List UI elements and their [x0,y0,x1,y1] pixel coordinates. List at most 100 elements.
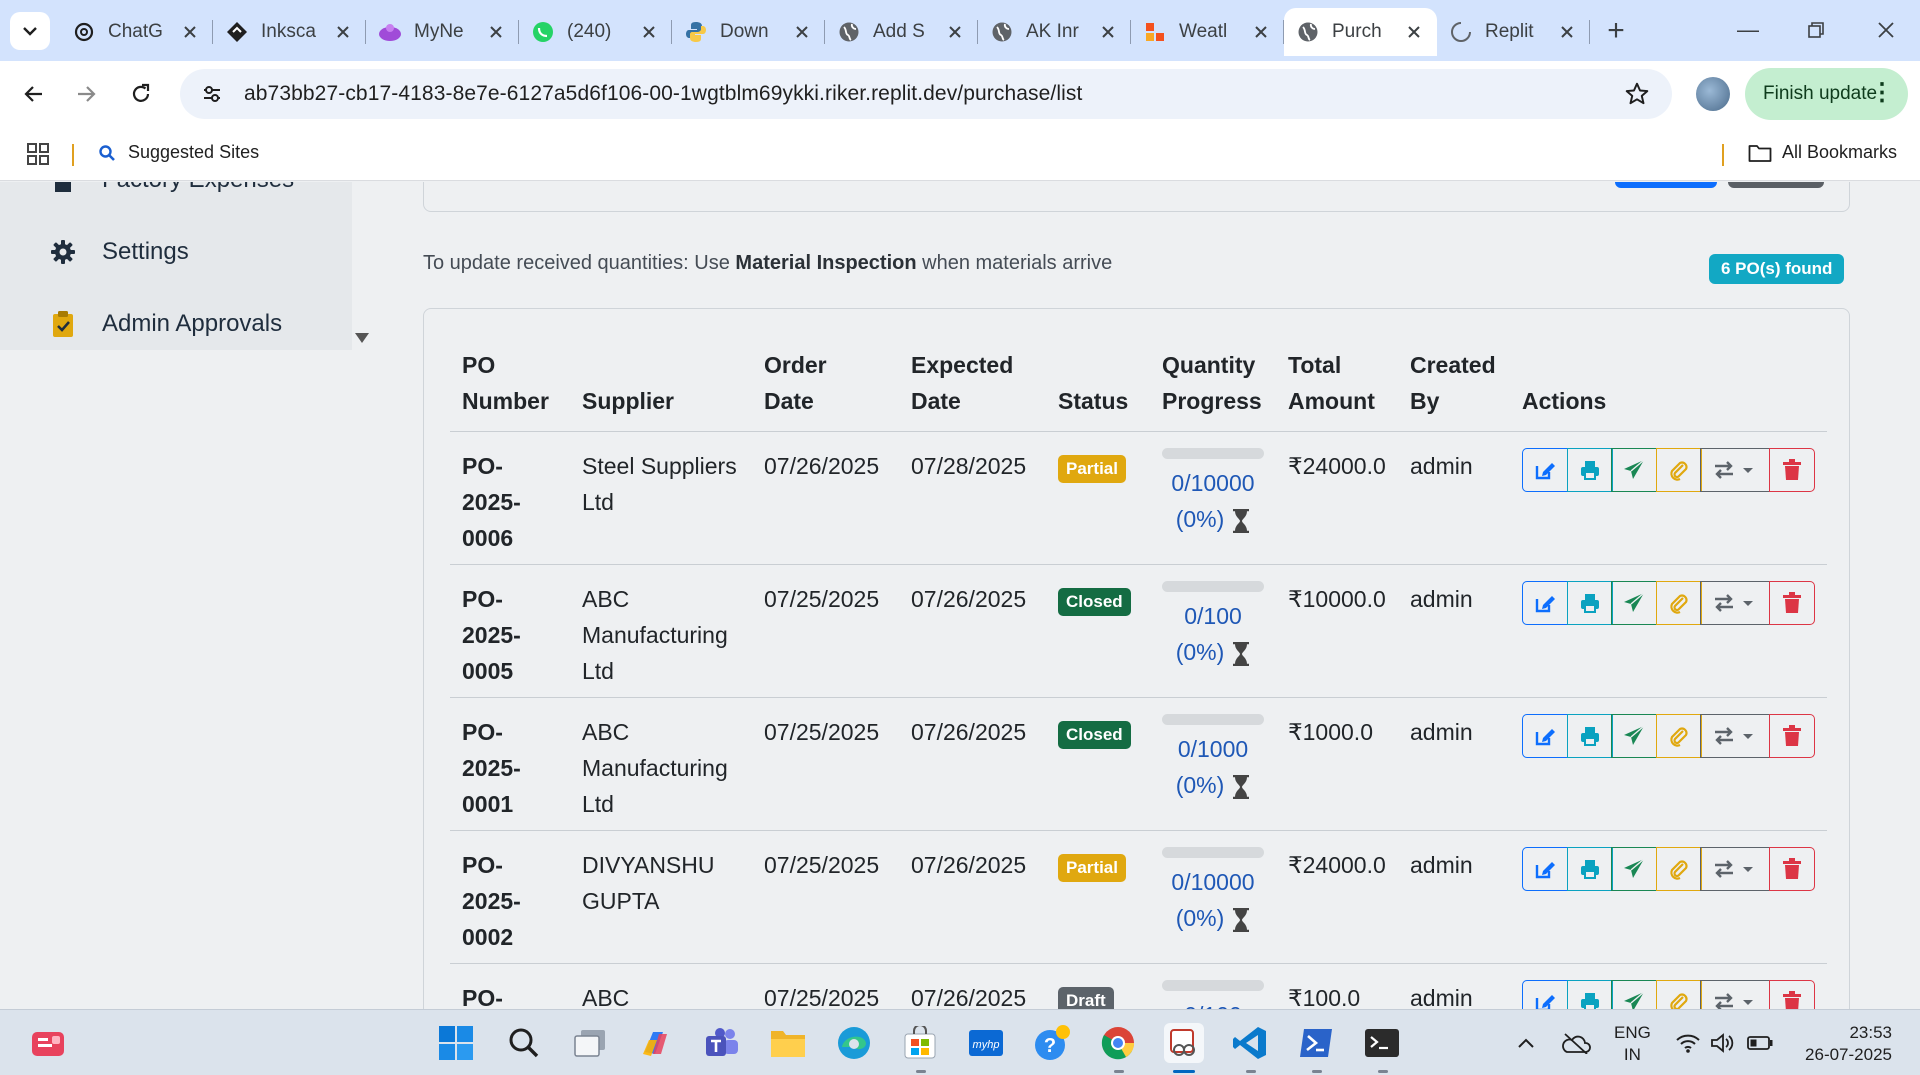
transfer-dropdown-button[interactable] [1700,980,1770,1009]
edit-button[interactable] [1522,980,1568,1009]
col-expected-date[interactable]: Expected Date [899,347,1046,432]
sidebar-item-settings[interactable]: Settings [50,238,189,266]
battery-icon[interactable] [1740,1023,1780,1063]
browser-tab[interactable]: Purch [1284,8,1437,56]
ms-store-icon[interactable] [900,1023,940,1063]
close-tab-button[interactable] [791,21,813,43]
transfer-dropdown-button[interactable] [1700,847,1770,891]
wifi-icon[interactable] [1668,1023,1708,1063]
edit-button[interactable] [1522,847,1568,891]
delete-button[interactable] [1768,847,1815,891]
close-tab-button[interactable] [638,21,660,43]
delete-button[interactable] [1768,581,1815,625]
attach-button[interactable] [1655,714,1702,758]
suggested-sites-bookmark[interactable]: Suggested Sites [98,142,259,163]
edit-button[interactable] [1522,448,1568,492]
close-tab-button[interactable] [1250,21,1272,43]
close-tab-button[interactable] [179,21,201,43]
edit-button[interactable] [1522,714,1568,758]
send-button[interactable] [1611,980,1657,1009]
restore-button[interactable] [1786,8,1846,52]
col-created-by[interactable]: Created By [1398,347,1510,432]
volume-icon[interactable] [1703,1023,1743,1063]
minimize-button[interactable]: — [1718,8,1778,52]
delete-button[interactable] [1768,714,1815,758]
forward-button[interactable] [66,74,106,114]
filter-apply-button[interactable] [1615,182,1717,188]
transfer-dropdown-button[interactable] [1700,448,1770,492]
finish-update-button[interactable]: Finish update ⋮ [1745,68,1908,120]
table-row[interactable]: PO- ABC 07/25/202507/26/2025 Draft 0/100(0%)… [450,963,1827,1009]
start-icon[interactable] [436,1023,476,1063]
table-row[interactable]: PO- 2025- 0006 Steel Suppliers Ltd 07/26/2025… [450,431,1827,565]
profile-avatar[interactable] [1696,77,1730,111]
col-supplier[interactable]: Supplier [570,347,752,432]
po-number-cell[interactable]: PO- [450,963,570,1009]
all-bookmarks-button[interactable]: All Bookmarks [1748,142,1897,163]
help-icon[interactable]: ? [1032,1023,1072,1063]
close-tab-button[interactable] [1097,21,1119,43]
browser-tab[interactable]: Down [672,8,825,56]
print-button[interactable] [1566,714,1613,758]
browser-tab[interactable]: Inksca [213,8,366,56]
browser-tab[interactable]: ChatG [60,8,213,56]
new-tab-button[interactable]: + [1598,14,1634,48]
close-tab-button[interactable] [1556,21,1578,43]
print-button[interactable] [1566,847,1613,891]
language-indicator[interactable]: ENG IN [1614,1022,1651,1066]
myhp-icon[interactable]: myhp [966,1023,1006,1063]
chrome-icon[interactable] [1098,1023,1138,1063]
po-number-cell[interactable]: PO- 2025- 0006 [450,431,570,565]
attach-button[interactable] [1655,980,1702,1009]
delete-button[interactable] [1768,980,1815,1009]
edit-button[interactable] [1522,581,1568,625]
print-button[interactable] [1566,581,1613,625]
browser-tab[interactable]: AK Inr [978,8,1131,56]
bookmark-star-button[interactable] [1624,81,1650,107]
col-po-number[interactable]: PO Number [450,347,570,432]
tab-search-button[interactable] [10,12,50,50]
vscode-icon[interactable] [1230,1023,1270,1063]
browser-tab[interactable]: Weatl [1131,8,1284,56]
close-tab-button[interactable] [485,21,507,43]
address-bar[interactable]: ab73bb27-cb17-4183-8e7e-6127a5d6f106-00-… [180,69,1672,119]
close-tab-button[interactable] [944,21,966,43]
snipping-tool-icon[interactable] [1164,1023,1204,1063]
copilot-icon[interactable] [636,1023,676,1063]
print-button[interactable] [1566,980,1613,1009]
attach-button[interactable] [1655,581,1702,625]
attach-button[interactable] [1655,847,1702,891]
apps-button[interactable] [26,142,50,166]
col-quantity-progress[interactable]: Quantity Progress [1150,347,1276,432]
po-number-cell[interactable]: PO- 2025- 0002 [450,830,570,964]
sidebar-scroll-arrow[interactable] [354,332,370,344]
tray-chevron-up-icon[interactable] [1506,1023,1546,1063]
browser-tab[interactable]: MyNe [366,8,519,56]
filter-clear-button[interactable] [1728,182,1824,188]
search-icon[interactable] [504,1023,544,1063]
col-order-date[interactable]: Order Date [752,347,899,432]
transfer-dropdown-button[interactable] [1700,714,1770,758]
powershell-icon[interactable] [1296,1023,1336,1063]
po-number-cell[interactable]: PO- 2025- 0001 [450,697,570,831]
widgets-icon[interactable] [28,1023,68,1063]
send-button[interactable] [1611,847,1657,891]
delete-button[interactable] [1768,448,1815,492]
task-view-icon[interactable] [570,1023,610,1063]
back-button[interactable] [14,74,54,114]
site-info-button[interactable] [188,74,236,114]
browser-tab[interactable]: Add S [825,8,978,56]
col-total-amount[interactable]: Total Amount [1276,347,1398,432]
browser-tab[interactable]: Replit [1437,8,1590,56]
table-row[interactable]: PO- 2025- 0002 DIVYANSHU GUPTA 07/25/2025 07/2… [450,830,1827,964]
table-row[interactable]: PO- 2025- 0001 ABC Manufacturing Ltd 07/25/202… [450,697,1827,831]
po-number-cell[interactable]: PO- 2025- 0005 [450,564,570,698]
browser-tab[interactable]: (240) [519,8,672,56]
col-status[interactable]: Status [1046,347,1150,432]
sidebar-item-factory-expenses[interactable]: Factory Expenses [50,182,294,194]
onedrive-icon[interactable] [1556,1023,1596,1063]
clock[interactable]: 23:53 26-07-2025 [1796,1022,1892,1066]
table-row[interactable]: PO- 2025- 0005 ABC Manufacturing Ltd 07/25/202… [450,564,1827,698]
url-text[interactable]: ab73bb27-cb17-4183-8e7e-6127a5d6f106-00-… [244,82,1082,106]
close-tab-button[interactable] [332,21,354,43]
